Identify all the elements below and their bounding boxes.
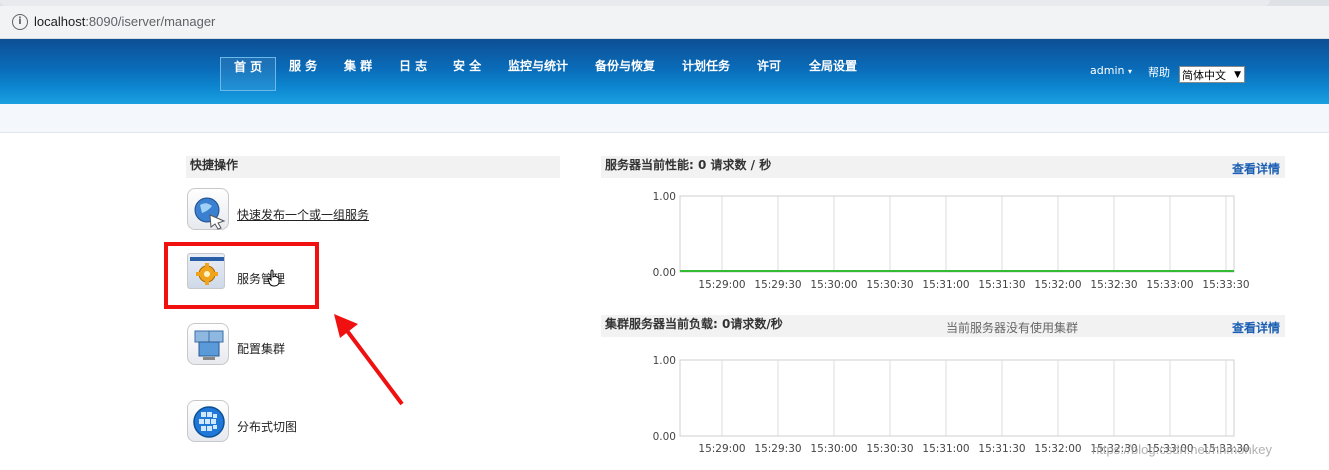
cluster-computers-icon[interactable]: [187, 323, 229, 365]
user-name: admin: [1090, 64, 1125, 77]
x-tick-label: 15:29:30: [754, 279, 801, 291]
perf-header: 服务器当前性能: 0 请求数 / 秒: [601, 156, 1285, 178]
browser-address-bar[interactable]: i localhost:8090/iserver/manager: [0, 6, 1329, 39]
publish-globe-icon[interactable]: [187, 188, 229, 230]
nav-monitoring[interactable]: 监控与统计: [495, 57, 581, 89]
x-tick-label: 15:33:30: [1202, 279, 1249, 291]
x-tick-label: 15:29:00: [698, 443, 745, 455]
plot-area: [679, 195, 1235, 273]
quick-item-publish-label[interactable]: 快速发布一个或一组服务: [237, 206, 369, 223]
x-tick-label: 15:32:30: [1090, 279, 1137, 291]
cluster-header: 集群服务器当前负载: 0请求数/秒: [601, 315, 1285, 337]
language-value: 简体中文: [1182, 69, 1226, 82]
site-info-icon[interactable]: i: [12, 14, 28, 30]
address-url[interactable]: localhost:8090/iserver/manager: [34, 14, 215, 29]
globe-tiles-icon[interactable]: [187, 400, 229, 442]
nav-license[interactable]: 许可: [744, 57, 794, 89]
perf-chart: 15:29:00 15:29:30 15:30:00 15:30:30 15:31:00…: [653, 191, 1250, 291]
nav-cluster[interactable]: 集 群: [331, 57, 385, 89]
x-tick-label: 15:30:00: [810, 443, 857, 455]
x-tick-label: 15:29:30: [754, 443, 801, 455]
cluster-title: 集群服务器当前负载: 0请求数/秒: [605, 317, 783, 331]
sub-header-bar: [0, 104, 1329, 133]
nav-services[interactable]: 服 务: [276, 57, 330, 89]
x-tick-label: 15:31:00: [922, 443, 969, 455]
perf-title: 服务器当前性能: 0 请求数 / 秒: [605, 158, 772, 172]
quick-ops-header: 快捷操作: [186, 156, 560, 178]
x-tick-label: 15:30:30: [866, 279, 913, 291]
language-select[interactable]: 简体中文 ▼: [1179, 66, 1245, 83]
user-caret-icon: ▾: [1127, 67, 1132, 76]
x-tick-label: 15:31:00: [922, 279, 969, 291]
red-arrow-icon: [334, 314, 404, 406]
y-tick-label: 0.00: [653, 431, 676, 443]
nav-global-settings[interactable]: 全局设置: [796, 57, 870, 89]
x-tick-label: 15:30:30: [866, 443, 913, 455]
cluster-note: 当前服务器没有使用集群: [946, 321, 1079, 335]
x-tick-label: 15:29:00: [698, 279, 745, 291]
nav-home[interactable]: 首 页: [220, 57, 277, 91]
quick-ops-title: 快捷操作: [190, 158, 239, 172]
url-path: :8090/iserver/manager: [85, 14, 216, 29]
cluster-details-link[interactable]: 查看详情: [1232, 319, 1280, 336]
y-tick-label: 0.00: [653, 267, 676, 279]
perf-details-link[interactable]: 查看详情: [1232, 160, 1280, 177]
x-tick-label: 15:31:30: [978, 279, 1025, 291]
plot-area: [679, 359, 1235, 437]
quick-item-configure-cluster-label[interactable]: 配置集群: [237, 340, 285, 357]
x-tick-label: 15:30:00: [810, 279, 857, 291]
x-tick-label: 15:32:00: [1034, 443, 1081, 455]
nav-backup[interactable]: 备份与恢复: [582, 57, 668, 89]
main-nav-bar: 首 页 服 务 集 群 日 志 安 全 监控与统计 备份与恢复 计划任务 许可 …: [0, 39, 1329, 104]
highlight-box: [164, 242, 319, 309]
help-link[interactable]: 帮助: [1148, 64, 1170, 80]
y-tick-label: 1.00: [653, 191, 676, 203]
url-host: localhost: [34, 14, 86, 29]
nav-logs[interactable]: 日 志: [386, 57, 440, 89]
x-tick-label: 15:31:30: [978, 443, 1025, 455]
y-tick-label: 1.00: [653, 355, 676, 367]
chevron-down-icon: ▼: [1234, 70, 1241, 80]
quick-item-distributed-tiling-label[interactable]: 分布式切图: [237, 418, 297, 435]
watermark-text: https://blog.csdn.net/hhmonkey: [1092, 442, 1272, 457]
user-menu[interactable]: admin ▾: [1090, 64, 1132, 77]
nav-scheduled-tasks[interactable]: 计划任务: [669, 57, 743, 89]
x-tick-label: 15:33:00: [1146, 279, 1193, 291]
x-tick-label: 15:32:00: [1034, 279, 1081, 291]
nav-security[interactable]: 安 全: [440, 57, 494, 89]
